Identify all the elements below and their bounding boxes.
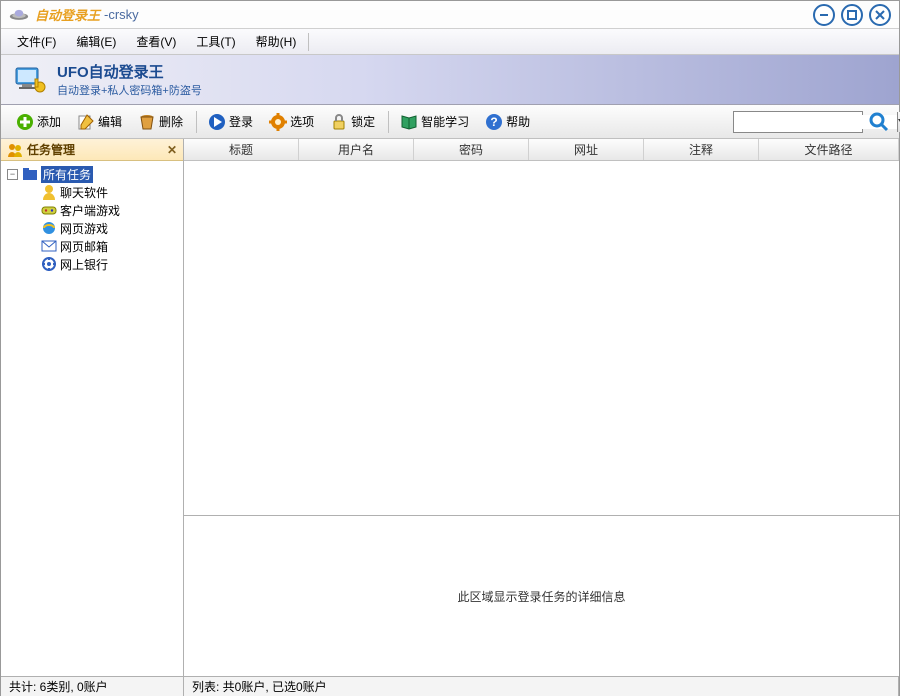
monitor-key-icon xyxy=(15,65,47,95)
play-icon xyxy=(208,113,226,131)
search-button[interactable] xyxy=(867,111,891,133)
trash-icon xyxy=(138,113,156,131)
main-area: 任务管理 ✕ − 所有任务 聊天软件 客户端游戏 网页游戏 xyxy=(1,139,899,676)
tree-label: 客户端游戏 xyxy=(60,202,120,219)
gamepad-icon xyxy=(41,202,57,218)
tree-label: 网上银行 xyxy=(60,256,108,273)
tree-item-web-game[interactable]: 网页游戏 xyxy=(3,219,181,237)
content-area: 标题 用户名 密码 网址 注释 文件路径 此区域显示登录任务的详细信息 xyxy=(184,139,899,676)
tree-item-chat[interactable]: 聊天软件 xyxy=(3,183,181,201)
detail-placeholder: 此区域显示登录任务的详细信息 xyxy=(457,588,625,605)
lock-button[interactable]: 锁定 xyxy=(323,110,382,134)
learn-label: 智能学习 xyxy=(421,113,469,130)
login-label: 登录 xyxy=(229,113,253,130)
col-url[interactable]: 网址 xyxy=(529,139,644,160)
tree-label: 网页游戏 xyxy=(60,220,108,237)
titlebar: 自动登录王 -crsky xyxy=(1,1,899,29)
lock-icon xyxy=(330,113,348,131)
menu-view[interactable]: 查看(V) xyxy=(126,29,186,54)
list-header: 标题 用户名 密码 网址 注释 文件路径 xyxy=(184,139,899,161)
gear-icon xyxy=(269,113,287,131)
tree-root-label: 所有任务 xyxy=(41,166,93,183)
tree-label: 网页邮箱 xyxy=(60,238,108,255)
svg-text:?: ? xyxy=(490,115,497,129)
globe-gear-icon xyxy=(41,256,57,272)
ufo-icon xyxy=(9,9,29,21)
toolbar: 添加 编辑 删除 登录 选项 锁定 智能学习 ? 帮助 xyxy=(1,105,899,139)
people-icon xyxy=(7,142,23,158)
status-right: 列表: 共0账户, 已选0账户 xyxy=(184,677,899,696)
app-title: 自动登录王 xyxy=(35,5,100,24)
col-path[interactable]: 文件路径 xyxy=(759,139,899,160)
col-password[interactable]: 密码 xyxy=(414,139,529,160)
login-button[interactable]: 登录 xyxy=(201,110,260,134)
options-button[interactable]: 选项 xyxy=(262,110,321,134)
sidebar-close[interactable]: ✕ xyxy=(167,143,177,157)
menu-tools[interactable]: 工具(T) xyxy=(186,29,245,54)
add-button[interactable]: 添加 xyxy=(9,110,68,134)
delete-label: 删除 xyxy=(159,113,183,130)
tree-item-webmail[interactable]: 网页邮箱 xyxy=(3,237,181,255)
ie-icon xyxy=(41,220,57,236)
status-left: 共计: 6类别, 0账户 xyxy=(1,677,184,696)
maximize-button[interactable] xyxy=(841,4,863,26)
toolbar-separator xyxy=(196,111,197,133)
edit-button[interactable]: 编辑 xyxy=(70,110,129,134)
statusbar: 共计: 6类别, 0账户 列表: 共0账户, 已选0账户 xyxy=(1,676,899,696)
close-button[interactable] xyxy=(869,4,891,26)
banner-title: UFO自动登录王 xyxy=(57,61,202,82)
col-user[interactable]: 用户名 xyxy=(299,139,414,160)
menu-separator xyxy=(308,33,309,51)
app-subtitle: -crsky xyxy=(104,7,139,22)
tree-label: 聊天软件 xyxy=(60,184,108,201)
help-button[interactable]: ? 帮助 xyxy=(478,110,537,134)
person-icon xyxy=(41,184,57,200)
tree-item-bank[interactable]: 网上银行 xyxy=(3,255,181,273)
collapse-icon[interactable]: − xyxy=(7,169,18,180)
menu-edit[interactable]: 编辑(E) xyxy=(66,29,126,54)
folder-icon xyxy=(22,166,38,182)
col-note[interactable]: 注释 xyxy=(644,139,759,160)
menubar: 文件(F) 编辑(E) 查看(V) 工具(T) 帮助(H) xyxy=(1,29,899,55)
lock-label: 锁定 xyxy=(351,113,375,130)
add-label: 添加 xyxy=(37,113,61,130)
banner-subtitle: 自动登录+私人密码箱+防盗号 xyxy=(57,82,202,98)
plus-icon xyxy=(16,113,34,131)
sidebar-header: 任务管理 ✕ xyxy=(1,139,183,161)
question-icon: ? xyxy=(485,113,503,131)
minimize-button[interactable] xyxy=(813,4,835,26)
edit-label: 编辑 xyxy=(98,113,122,130)
help-label: 帮助 xyxy=(506,113,530,130)
toolbar-separator xyxy=(388,111,389,133)
tree: − 所有任务 聊天软件 客户端游戏 网页游戏 网页邮箱 xyxy=(1,161,183,676)
menu-file[interactable]: 文件(F) xyxy=(7,29,66,54)
options-label: 选项 xyxy=(290,113,314,130)
mail-icon xyxy=(41,238,57,254)
pencil-icon xyxy=(77,113,95,131)
search-combo[interactable] xyxy=(733,111,863,133)
menu-help[interactable]: 帮助(H) xyxy=(246,29,307,54)
tree-item-client-game[interactable]: 客户端游戏 xyxy=(3,201,181,219)
banner: UFO自动登录王 自动登录+私人密码箱+防盗号 xyxy=(1,55,899,105)
col-title[interactable]: 标题 xyxy=(184,139,299,160)
learn-button[interactable]: 智能学习 xyxy=(393,110,476,134)
detail-pane: 此区域显示登录任务的详细信息 xyxy=(184,516,899,676)
tree-root[interactable]: − 所有任务 xyxy=(3,165,181,183)
list-body[interactable] xyxy=(184,161,899,516)
sidebar-title: 任务管理 xyxy=(27,141,75,158)
sidebar: 任务管理 ✕ − 所有任务 聊天软件 客户端游戏 网页游戏 xyxy=(1,139,184,676)
book-icon xyxy=(400,113,418,131)
delete-button[interactable]: 删除 xyxy=(131,110,190,134)
